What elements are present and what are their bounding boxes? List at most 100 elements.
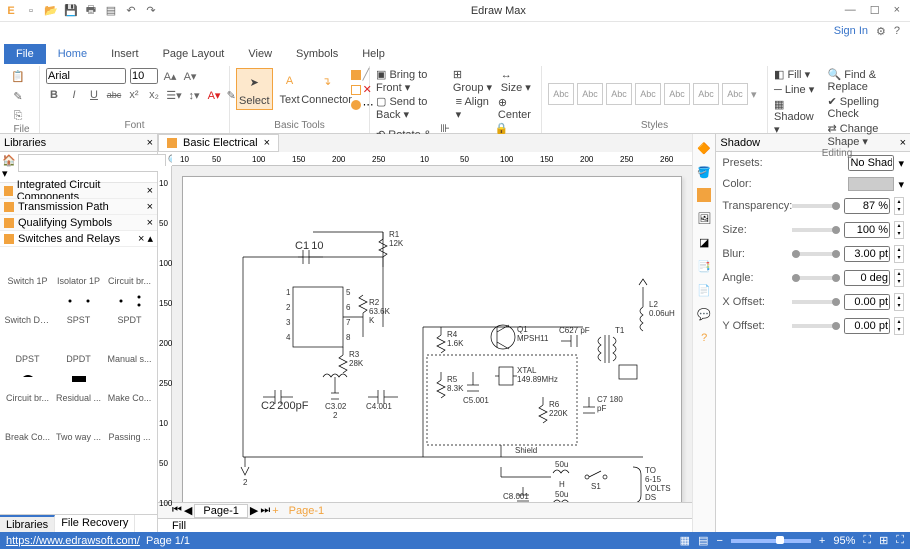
line-spacing-icon[interactable]: ↕▾ <box>186 87 202 103</box>
page-tab-1[interactable]: Page-1 <box>194 504 247 518</box>
underline-button[interactable]: U <box>86 87 102 103</box>
center-button[interactable]: ⊕ Center <box>498 96 535 121</box>
style-preset-2[interactable]: Abc <box>577 83 603 105</box>
change-shape-button[interactable]: ⇄ Change Shape ▾ <box>828 122 900 148</box>
qf-help-icon[interactable]: ? <box>696 330 712 346</box>
symbol-residual[interactable]: Residual ... <box>56 366 102 403</box>
angle-input[interactable] <box>844 270 890 286</box>
style-preset-4[interactable]: Abc <box>635 83 661 105</box>
size-input[interactable] <box>844 222 890 238</box>
fill-button[interactable]: ◧ Fill ▾ <box>774 68 822 81</box>
qf-theme-icon[interactable]: 🔶 <box>696 140 712 156</box>
library-search-input[interactable] <box>18 154 166 172</box>
grow-font-icon[interactable]: A▴ <box>162 68 178 84</box>
symbol-switch-1p[interactable]: Switch 1P <box>5 249 51 286</box>
tab-insert[interactable]: Insert <box>99 44 151 64</box>
qf-shadow-icon[interactable]: ◪ <box>696 234 712 250</box>
symbol-switch-dis[interactable]: Switch Dis... <box>5 288 51 325</box>
print-preview-icon[interactable]: ▤ <box>104 4 118 18</box>
shadow-close-icon[interactable]: × <box>900 137 906 149</box>
page-tab-2[interactable]: Page-1 <box>281 505 332 517</box>
spelling-button[interactable]: ✔ Spelling Check <box>828 95 900 120</box>
page-last-icon[interactable]: ⏭ <box>260 504 270 517</box>
paste-icon[interactable]: 📋 <box>10 68 26 84</box>
symbol-make-co[interactable]: Make Co... <box>107 366 153 403</box>
symbol-break-co[interactable]: Break Co... <box>5 405 51 442</box>
page-prev-icon[interactable]: ◀ <box>184 504 192 517</box>
superscript-button[interactable]: x² <box>126 87 142 103</box>
minimize-button[interactable]: — <box>845 4 856 17</box>
line-button[interactable]: ─ Line ▾ <box>774 83 822 96</box>
shape-circle-icon[interactable] <box>351 100 361 110</box>
size-slider[interactable] <box>792 228 840 232</box>
size-button[interactable]: ↔ Size ▾ <box>501 69 535 94</box>
doc-tab-close-icon[interactable]: × <box>264 137 270 149</box>
open-icon[interactable]: 📂 <box>44 4 58 18</box>
clipboard-icon[interactable]: ⎘ <box>10 108 26 124</box>
xoffset-slider[interactable] <box>792 300 840 304</box>
style-preset-3[interactable]: Abc <box>606 83 632 105</box>
style-preset-6[interactable]: Abc <box>693 83 719 105</box>
save-icon[interactable]: 💾 <box>64 4 78 18</box>
close-button[interactable]: × <box>894 4 900 17</box>
yoffset-slider[interactable] <box>792 324 840 328</box>
print-icon[interactable]: 🖶 <box>84 4 98 18</box>
transparency-input[interactable] <box>844 198 890 214</box>
sign-in-link[interactable]: Sign In <box>834 25 868 37</box>
help-icon[interactable]: ? <box>894 25 900 37</box>
page[interactable]: 1234 5678 C1 10 R112K R263.6KK R328K <box>182 176 682 502</box>
page-next-icon[interactable]: ▶ <box>250 504 258 517</box>
shadow-color-picker[interactable] <box>848 177 894 191</box>
page-add-icon[interactable]: + <box>272 505 278 517</box>
symbol-circuit-br-1[interactable]: Circuit br... <box>5 366 51 403</box>
tab-page-layout[interactable]: Page Layout <box>151 44 237 64</box>
libtab-recovery[interactable]: File Recovery <box>55 515 135 532</box>
document-tab[interactable]: Basic Electrical × <box>158 134 279 152</box>
symbol-manual[interactable]: Manual s... <box>107 327 153 364</box>
new-file-icon[interactable]: ▫ <box>24 4 38 18</box>
canvas[interactable]: 1234 5678 C1 10 R112K R263.6KK R328K <box>172 166 692 502</box>
send-back-button[interactable]: ▢ Send to Back ▾ <box>376 95 448 121</box>
file-tab[interactable]: File <box>4 44 46 64</box>
symbol-dpst[interactable]: DPST <box>5 327 51 364</box>
find-replace-button[interactable]: 🔍 Find & Replace <box>828 68 900 93</box>
tab-symbols[interactable]: Symbols <box>284 44 350 64</box>
gear-icon[interactable]: ⚙ <box>876 25 886 38</box>
maximize-button[interactable]: ☐ <box>870 4 880 17</box>
bold-button[interactable]: B <box>46 87 62 103</box>
styles-more-icon[interactable]: ▾ <box>751 88 757 101</box>
shadow-button[interactable]: ▦ Shadow ▾ <box>774 98 822 136</box>
library-home-icon[interactable]: 🏠▾ <box>2 154 16 180</box>
blur-slider[interactable] <box>792 252 840 256</box>
bullets-icon[interactable]: ☰▾ <box>166 87 182 103</box>
tab-help[interactable]: Help <box>350 44 397 64</box>
select-button[interactable]: ➤ Select <box>236 68 273 110</box>
symbol-circuit-br-0[interactable]: Circuit br... <box>107 249 153 286</box>
font-color-icon[interactable]: A▾ <box>206 87 222 103</box>
blur-input[interactable] <box>844 246 890 262</box>
text-button[interactable]: A Text <box>277 68 303 108</box>
redo-icon[interactable]: ↷ <box>144 4 158 18</box>
align-button[interactable]: ≡ Align ▾ <box>456 96 490 121</box>
lib-cat-0[interactable]: Integrated Circuit Components× <box>0 183 157 199</box>
font-size-input[interactable] <box>130 68 158 84</box>
symbol-spst[interactable]: SPST <box>56 288 102 325</box>
symbol-isolator-1p[interactable]: Isolator 1P <box>56 249 102 286</box>
page-first-icon[interactable]: ⏮ <box>172 504 182 517</box>
shape-line-icon[interactable]: ╱ <box>363 68 370 81</box>
symbol-dpdt[interactable]: DPDT <box>56 327 102 364</box>
font-family-select[interactable] <box>46 68 126 84</box>
qf-comment-icon[interactable]: 💬 <box>696 306 712 322</box>
connector-button[interactable]: ↴ Connector <box>307 68 347 108</box>
yoffset-input[interactable] <box>844 318 890 334</box>
qf-swatch-icon[interactable] <box>697 188 711 202</box>
qf-picture-icon[interactable]: 🖼 <box>696 210 712 226</box>
xoffset-input[interactable] <box>844 294 890 310</box>
tab-view[interactable]: View <box>236 44 284 64</box>
lib-cat-3[interactable]: Switches and Relays× ▴ <box>0 231 157 247</box>
symbol-passing[interactable]: Passing ... <box>107 405 153 442</box>
undo-icon[interactable]: ↶ <box>124 4 138 18</box>
libtab-libraries[interactable]: Libraries <box>0 515 55 532</box>
qf-page-icon[interactable]: 📄 <box>696 282 712 298</box>
strike-button[interactable]: abc <box>106 87 122 103</box>
